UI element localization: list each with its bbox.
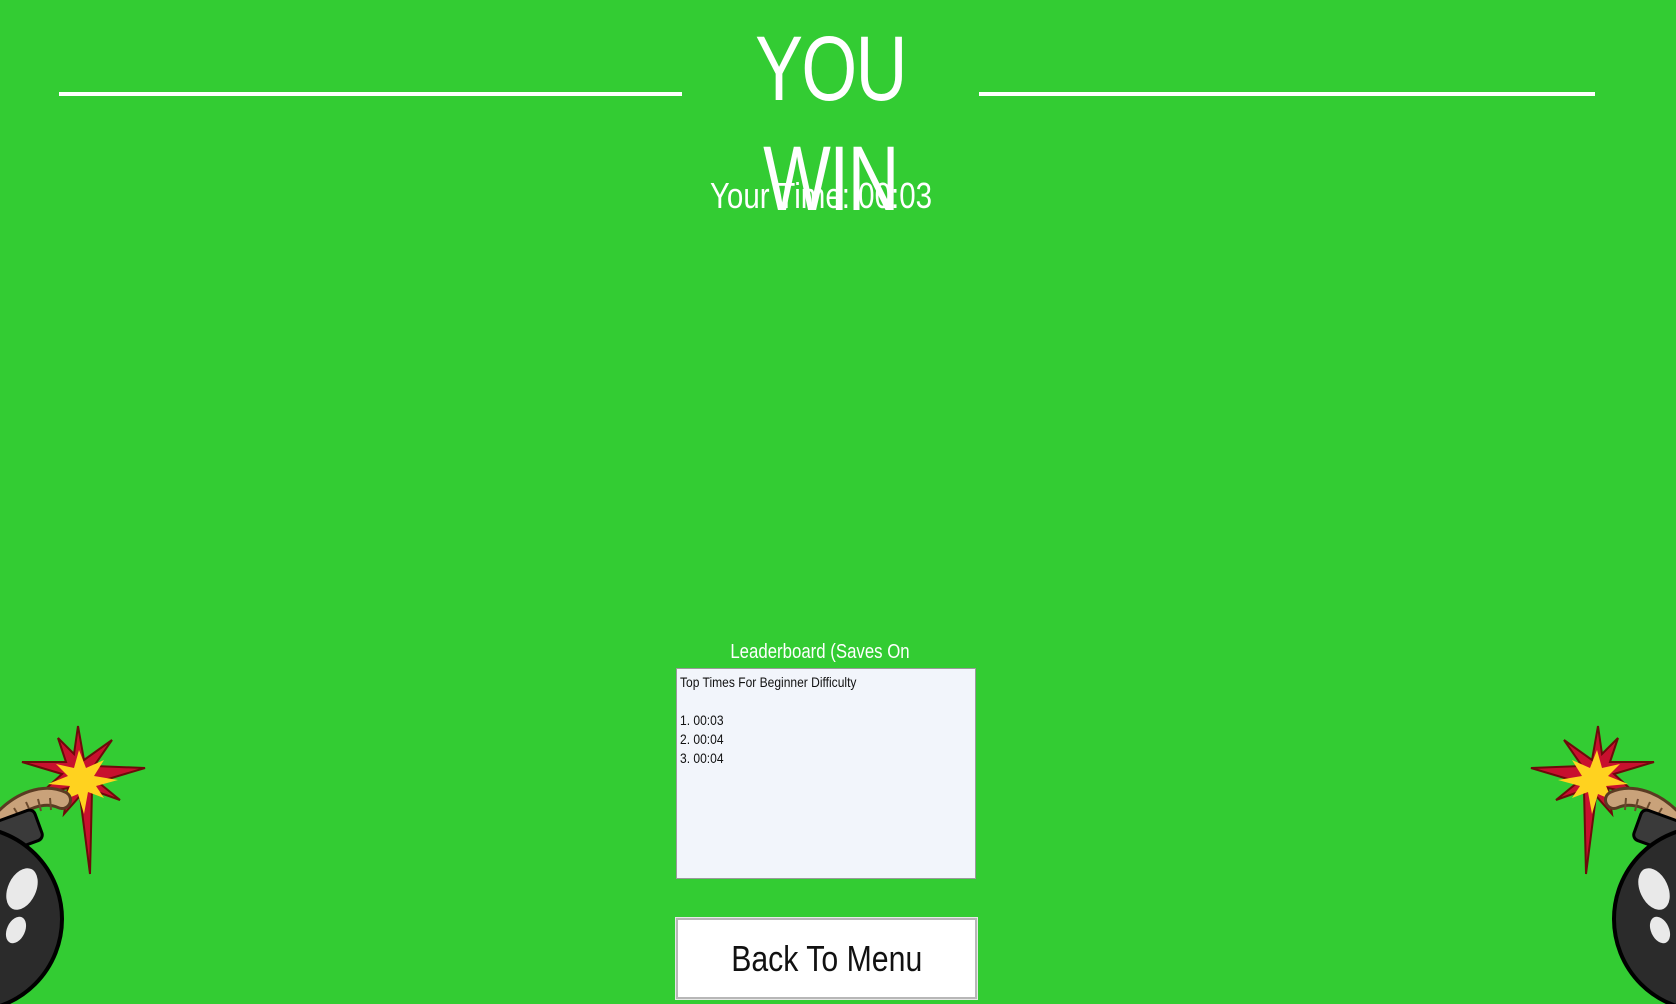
leaderboard-textbox[interactable]: Top Times For Beginner Difficulty 1. 00:… [676, 668, 976, 879]
leaderboard-entry: 3. 00:04 [680, 750, 724, 766]
bomb-icon [0, 704, 170, 1004]
leaderboard-entry: 1. 00:03 [680, 712, 724, 728]
back-to-menu-label: Back To Menu [730, 937, 923, 979]
title-row: YOU WIN [0, 0, 1676, 230]
title-divider-left [59, 92, 682, 96]
bomb-icon [1506, 704, 1676, 1004]
back-to-menu-button[interactable]: Back To Menu [675, 917, 978, 1000]
leaderboard-heading: Top Times For Beginner Difficulty [680, 674, 857, 690]
leaderboard-entry: 2. 00:04 [680, 731, 724, 747]
leaderboard-blank-line [680, 692, 931, 711]
your-time-text: Your Time: 00:03 [709, 175, 933, 216]
title-divider-right [979, 92, 1595, 96]
